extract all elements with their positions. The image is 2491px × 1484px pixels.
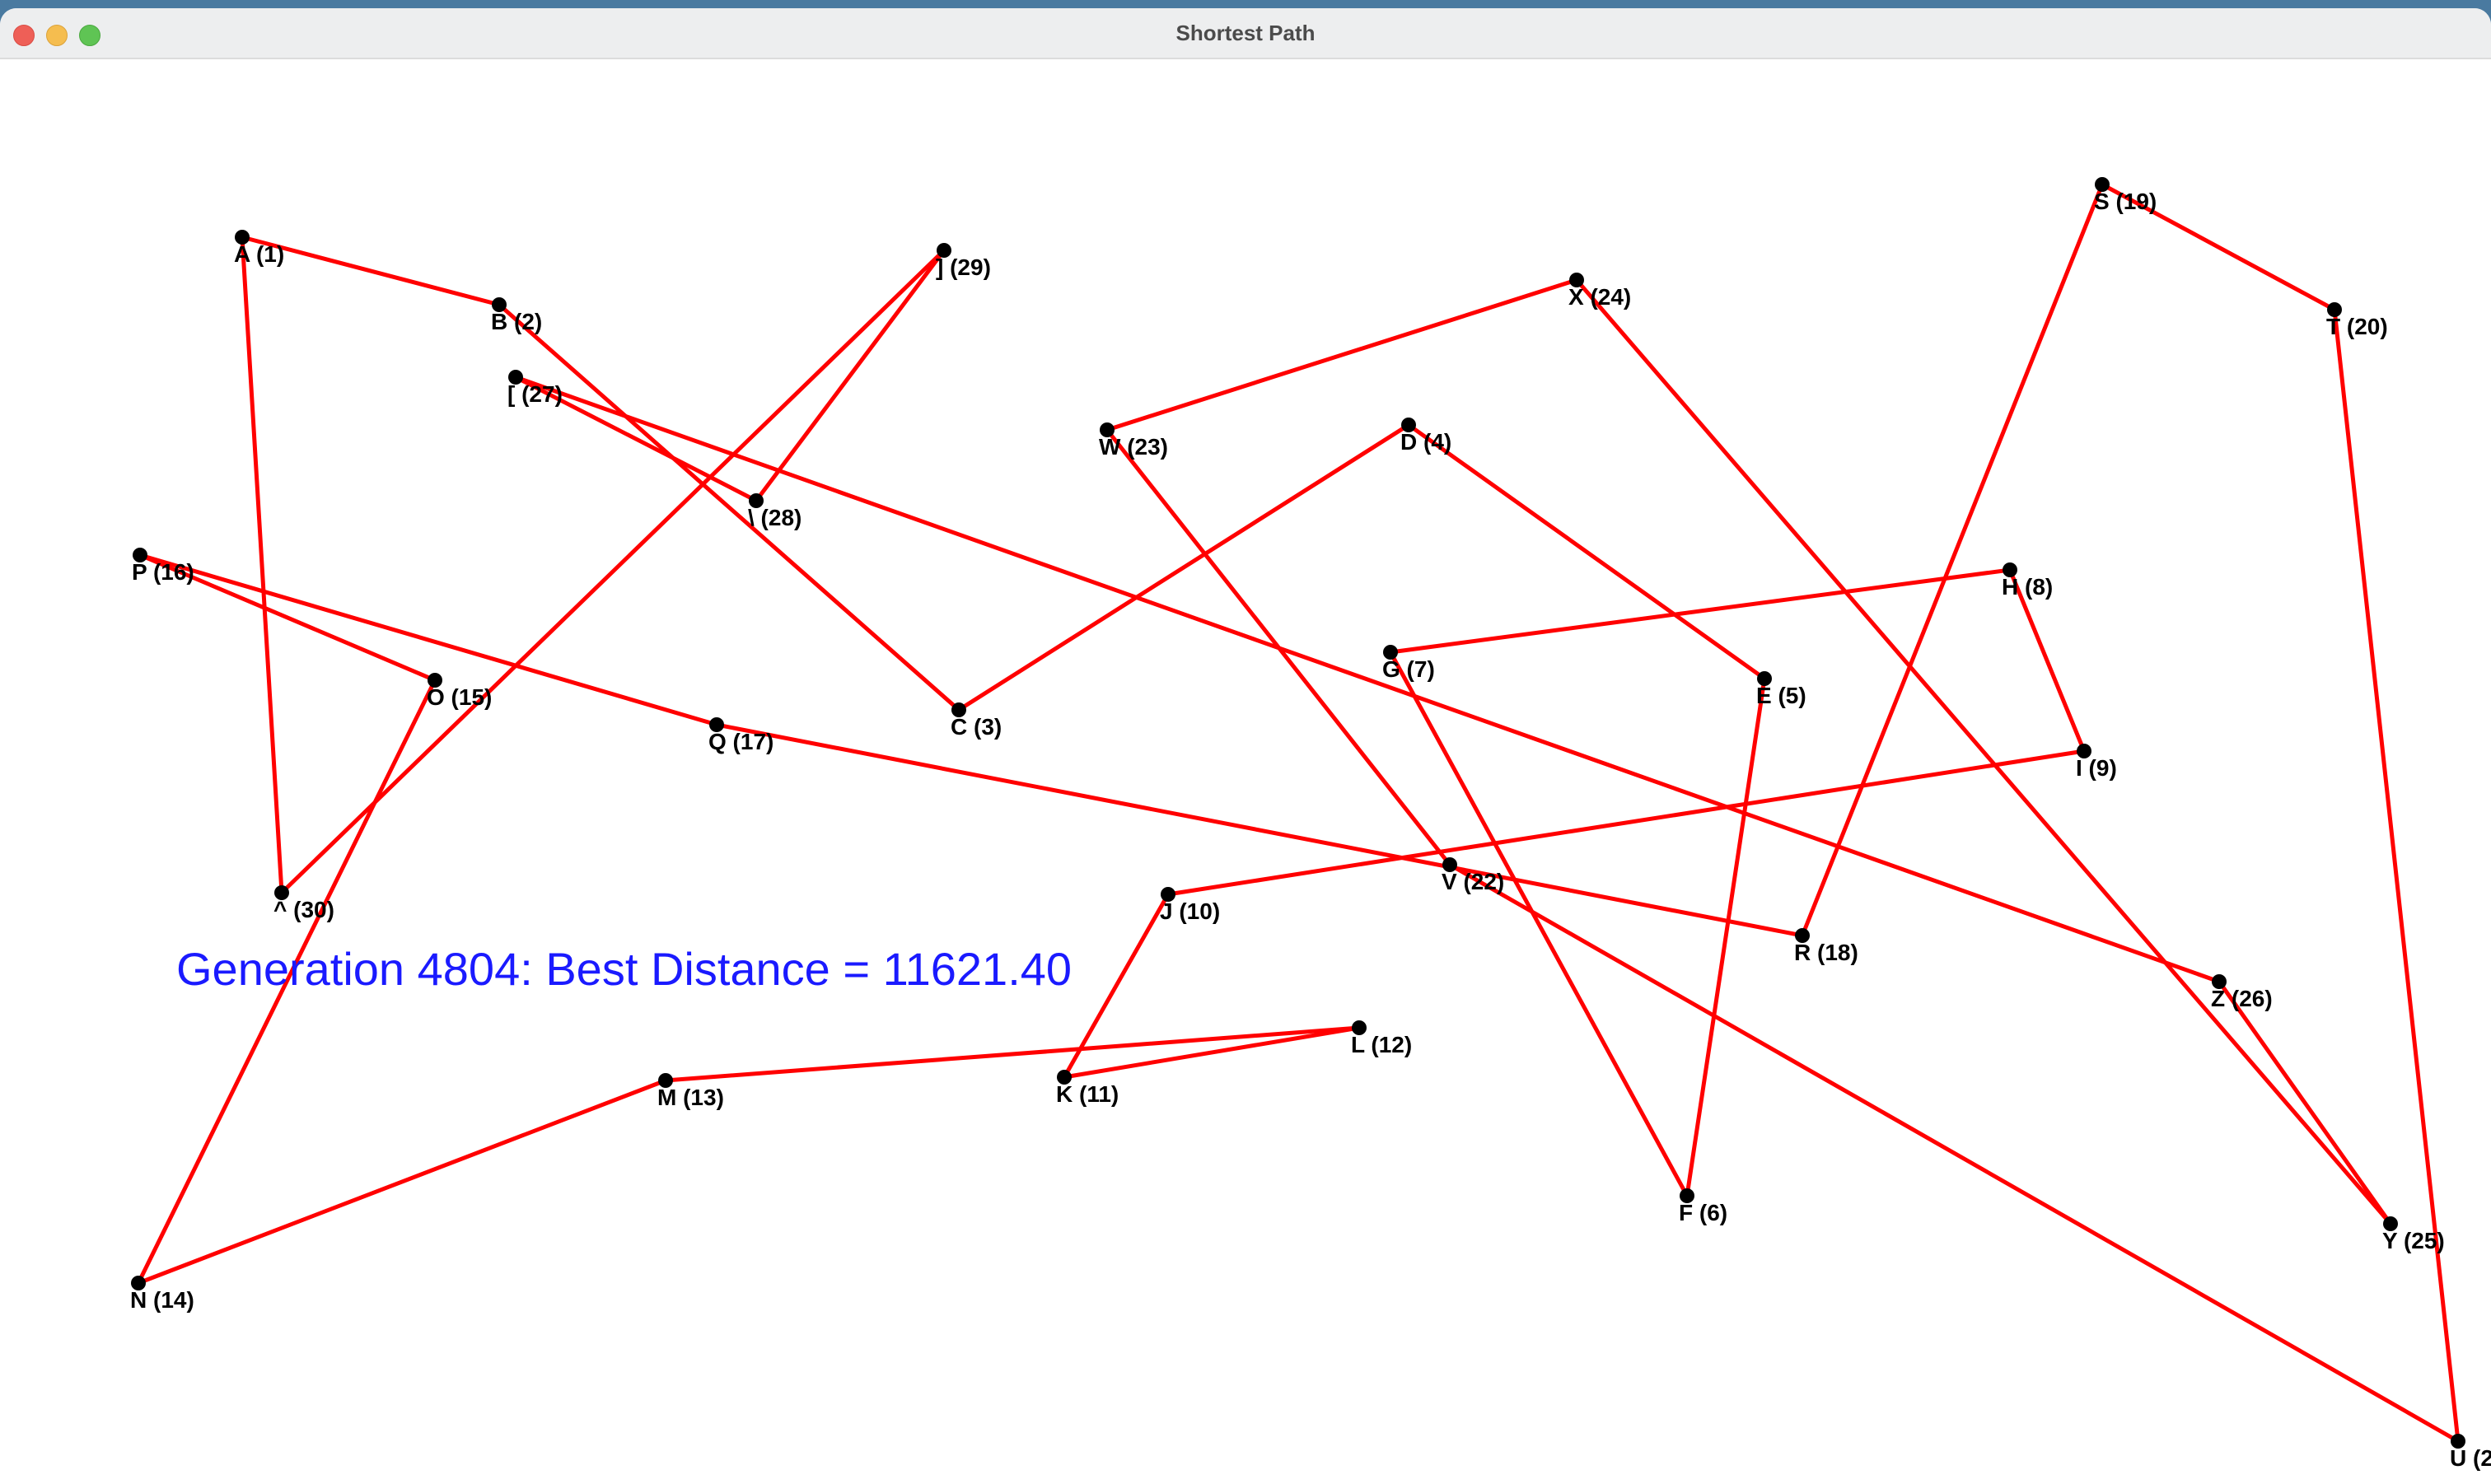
route-edges	[136, 182, 2461, 1444]
app-window: Shortest Path A (1) B (2) C (3) D (4) E (5) F…	[0, 8, 2491, 1484]
city-label-19: S (19)	[2094, 189, 2157, 214]
route-edge	[714, 722, 1805, 938]
route-edge	[1388, 650, 1689, 1198]
route-edge	[1062, 1025, 1362, 1080]
city-label-2: B (2)	[491, 309, 542, 334]
city-label-23: W (23)	[1099, 434, 1168, 460]
city-label-20: T (20)	[2326, 314, 2388, 339]
title-bar[interactable]: Shortest Path	[0, 8, 2491, 59]
route-edge	[240, 235, 284, 895]
city-label-25: Y (25)	[2382, 1228, 2445, 1253]
city-label-13: M (13)	[657, 1085, 724, 1110]
city-label-29: ] (29)	[936, 254, 991, 280]
route-edge	[513, 375, 2222, 984]
route-edge	[497, 302, 961, 712]
city-label-3: C (3)	[951, 714, 1002, 740]
route-edge	[663, 1025, 1362, 1083]
city-label-4: D (4)	[1400, 429, 1451, 455]
route-edge	[1105, 278, 1579, 432]
route-edge	[1685, 676, 1767, 1198]
route-edge	[2332, 307, 2461, 1444]
city-label-1: A (1)	[234, 241, 284, 267]
city-label-9: I (9)	[2076, 755, 2117, 781]
route-edge	[279, 248, 946, 895]
route-canvas: A (1) B (2) C (3) D (4) E (5) F (6) G (7) H (8)…	[0, 59, 2491, 1484]
city-label-26: Z (26)	[2211, 986, 2273, 1011]
city-label-8: H (8)	[2002, 574, 2053, 600]
route-edge	[1800, 182, 2105, 938]
city-label-22: V (22)	[1442, 869, 1504, 894]
city-label-18: R (18)	[1794, 940, 1858, 965]
city-labels: A (1) B (2) C (3) D (4) E (5) F (6) G (7) H (8)…	[130, 189, 2491, 1471]
city-label-14: N (14)	[130, 1287, 194, 1313]
generation-status: Generation 4804: Best Distance = 11621.4…	[176, 943, 1072, 995]
city-label-5: E (5)	[1756, 683, 1806, 708]
city-label-30: ^ (30)	[273, 897, 334, 922]
city-label-10: J (10)	[1160, 898, 1220, 924]
route-edge	[754, 248, 946, 503]
city-label-12: L (12)	[1351, 1032, 1412, 1057]
city-label-24: X (24)	[1568, 284, 1631, 310]
route-edge	[1406, 422, 1767, 681]
city-label-27: [ (27)	[507, 381, 563, 407]
city-label-7: G (7)	[1382, 656, 1435, 682]
route-edge	[2217, 979, 2393, 1226]
city-label-16: P (16)	[132, 559, 194, 585]
window-title: Shortest Path	[1175, 21, 1316, 45]
city-label-17: Q (17)	[708, 729, 773, 754]
route-edge	[956, 422, 1411, 712]
route-plot: A (1) B (2) C (3) D (4) E (5) F (6) G (7) H (8)…	[130, 177, 2491, 1471]
city-label-15: O (15)	[427, 684, 492, 710]
city-label-21: U (21)	[2450, 1445, 2491, 1471]
city-label-6: F (6)	[1679, 1200, 1727, 1225]
route-edge	[1574, 278, 2393, 1226]
route-edge	[1447, 862, 2461, 1444]
city-label-28: \ (28)	[748, 505, 802, 530]
city-label-11: K (11)	[1056, 1081, 1119, 1107]
route-edge	[1388, 567, 2012, 655]
route-edge	[136, 1078, 668, 1286]
